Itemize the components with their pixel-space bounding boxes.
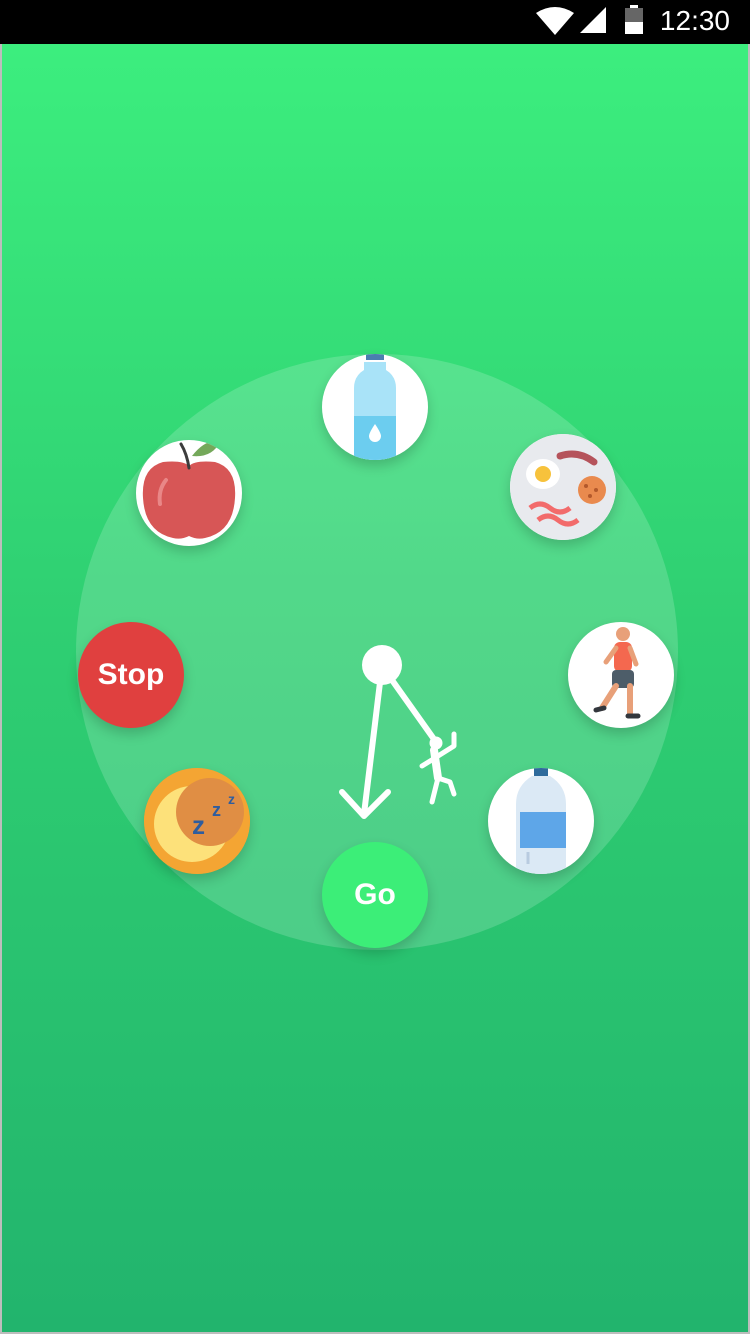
svg-text:z: z (192, 810, 205, 840)
clock-time: 12:30 (659, 5, 730, 36)
status-bar: 12:30 (0, 0, 750, 44)
water-bottle-icon (516, 768, 566, 874)
breakfast-plate-icon (510, 434, 616, 540)
app-screen: Go z z z Stop (0, 44, 750, 1334)
svg-text:z: z (212, 800, 221, 820)
stop-label: Stop (97, 658, 165, 691)
apple-icon (142, 441, 236, 539)
wifi-icon (536, 7, 574, 35)
water-bottle-large-node[interactable] (488, 768, 594, 874)
svg-text:z: z (228, 791, 235, 807)
running-node[interactable] (568, 622, 674, 728)
apple-node[interactable] (136, 440, 242, 546)
water-bottle-icon (354, 354, 396, 460)
signal-icon (580, 7, 606, 33)
sleep-node[interactable]: z z z (144, 768, 250, 874)
runner-icon (593, 627, 641, 719)
go-button[interactable]: Go (322, 842, 428, 948)
stop-button[interactable]: Stop (78, 622, 184, 728)
moon-sleep-icon: z z z (144, 768, 250, 874)
water-bottle-node[interactable] (322, 354, 428, 460)
breakfast-node[interactable] (510, 434, 616, 540)
battery-icon (625, 5, 643, 34)
climber-icon (419, 731, 457, 805)
go-label: Go (354, 878, 396, 911)
